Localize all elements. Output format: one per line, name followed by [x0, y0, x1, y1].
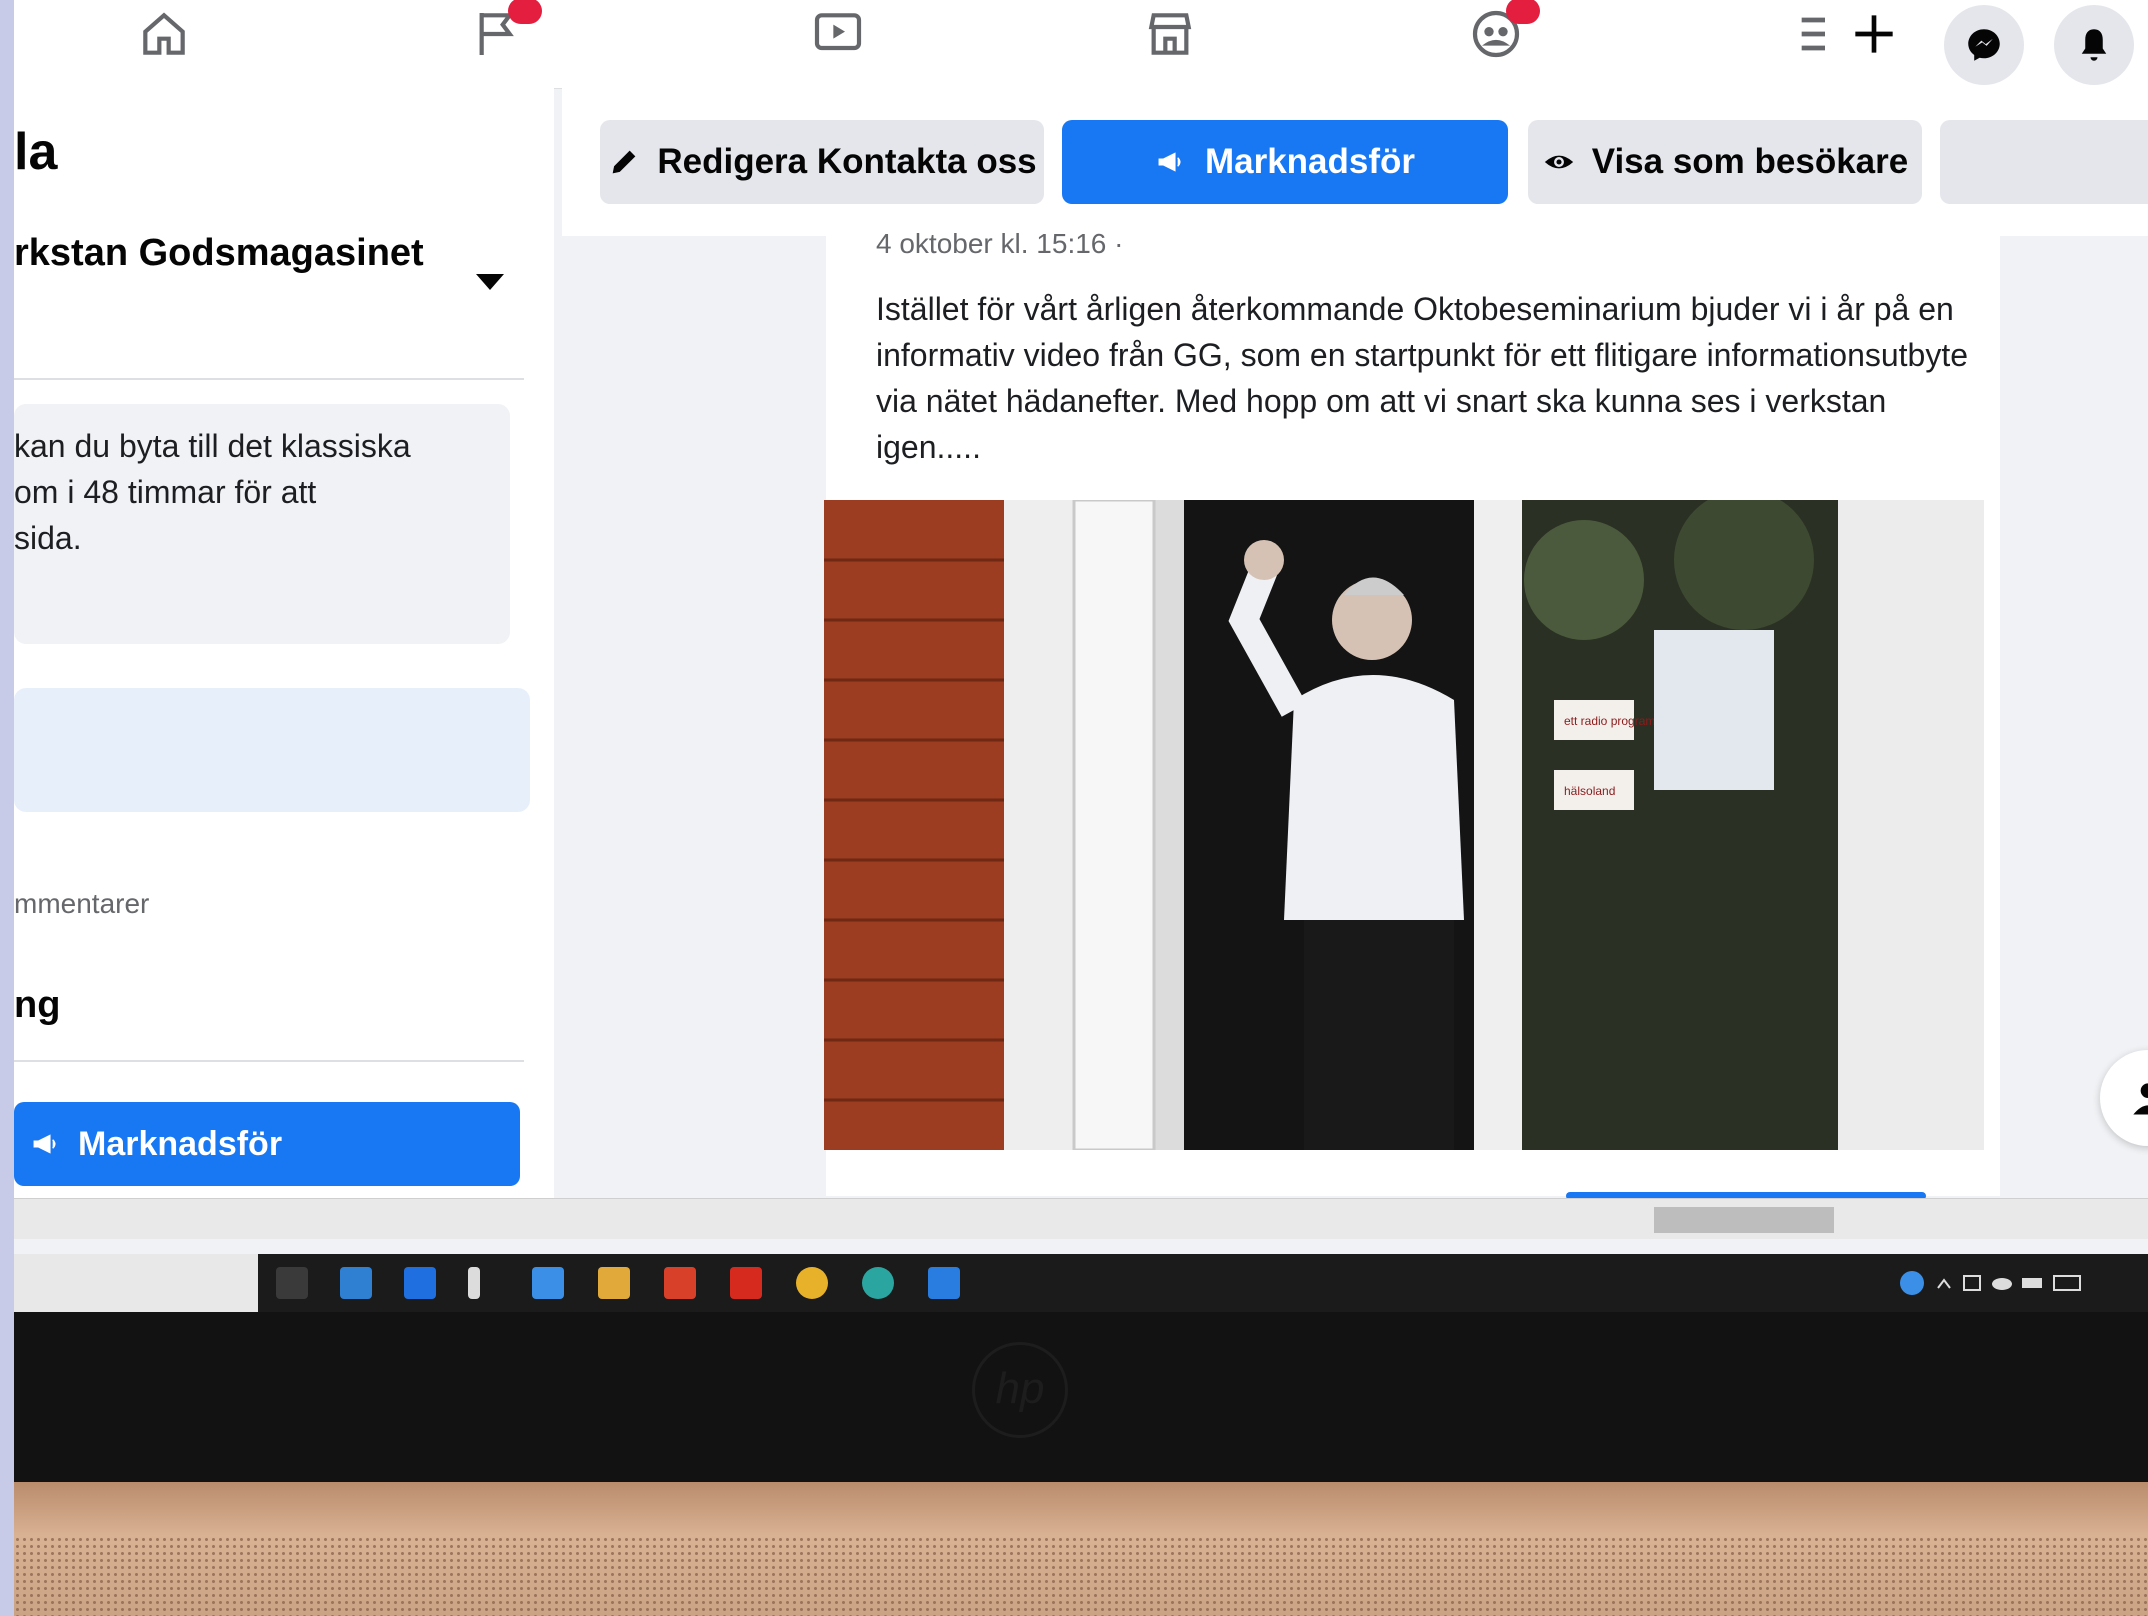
dropbox-icon[interactable]: [404, 1267, 436, 1299]
photo-sign-text: ett radio program: [1564, 714, 1655, 728]
megaphone-icon: [1158, 152, 1181, 172]
promote-button[interactable]: Marknadsför: [1062, 120, 1508, 204]
file-explorer-icon[interactable]: [598, 1267, 630, 1299]
system-tray[interactable]: [1898, 1268, 2088, 1304]
promote-button-sidebar[interactable]: Marknadsför: [14, 1102, 520, 1186]
acrobat-icon[interactable]: [730, 1267, 762, 1299]
page-action-bar: Redigera Kontakta oss Marknadsför Visa s…: [562, 88, 2148, 236]
chevron-down-icon[interactable]: [476, 274, 504, 290]
search-box[interactable]: [14, 1254, 258, 1312]
section-label[interactable]: ng: [14, 984, 60, 1027]
flag-icon[interactable]: [466, 0, 542, 64]
chrome-icon[interactable]: [796, 1267, 828, 1299]
photo-sign-text: hälsoland: [1564, 784, 1615, 798]
laptop-chassis: [14, 1482, 2148, 1616]
scrollbar-thumb[interactable]: [1654, 1207, 1834, 1233]
notification-badge: [508, 0, 542, 24]
horizontal-scrollbar[interactable]: [14, 1198, 2148, 1239]
post-card: 4 oktober kl. 15:16 · Istället för vårt …: [824, 228, 2000, 1200]
notice-line: sida.: [14, 520, 82, 556]
eye-icon: [1544, 155, 1573, 169]
power-icon[interactable]: [468, 1267, 480, 1299]
edit-contact-label: Redigera Kontakta oss: [657, 142, 1037, 181]
app-icon[interactable]: [532, 1267, 564, 1299]
more-options-button[interactable]: [1940, 120, 2148, 204]
divider: [14, 1060, 524, 1062]
laptop-bezel: hp: [14, 1312, 2148, 1482]
view-as-visitor-button[interactable]: Visa som besökare: [1528, 120, 1922, 204]
video-icon[interactable]: [806, 4, 870, 64]
comments-label: mmentarer: [14, 888, 150, 919]
tray-icons: [1900, 1271, 2081, 1295]
notice-line: om i 48 timmar för att: [14, 474, 317, 510]
task-view-icon[interactable]: [276, 1267, 308, 1299]
page-subtitle[interactable]: rkstan Godsmagasinet: [14, 232, 424, 275]
bell-icon[interactable]: [2054, 5, 2134, 85]
home-icon[interactable]: [132, 4, 196, 64]
post-text: Istället för vårt årligen återkommande O…: [876, 291, 1969, 465]
facebook-page-screen: la rkstan Godsmagasinet kan du byta till…: [14, 0, 2148, 1260]
speaker-grille: [14, 1536, 2148, 1616]
edge-icon[interactable]: [862, 1267, 894, 1299]
page-sidebar: la rkstan Godsmagasinet kan du byta till…: [14, 88, 554, 1208]
pencil-icon: [613, 150, 636, 174]
office-icon[interactable]: [664, 1267, 696, 1299]
post-timestamp[interactable]: 4 oktober kl. 15:16 ·: [876, 228, 1123, 260]
megaphone-icon: [33, 1134, 56, 1154]
store-icon[interactable]: [1138, 4, 1202, 64]
promote-label: Marknadsför: [78, 1124, 283, 1163]
post-photo[interactable]: ett radio program hälsoland: [824, 500, 1984, 1150]
promote-label: Marknadsför: [1204, 142, 1416, 181]
page-title: la: [14, 123, 58, 181]
photos-icon[interactable]: [928, 1267, 960, 1299]
groups-icon[interactable]: [1464, 0, 1540, 64]
top-navigation: [14, 0, 2148, 89]
windows-taskbar: [14, 1254, 2148, 1312]
messenger-icon[interactable]: [1944, 5, 2024, 85]
mail-icon[interactable]: [340, 1267, 372, 1299]
menu-icon[interactable]: [1786, 4, 1850, 64]
classic-layout-notice: kan du byta till det klassiska om i 48 t…: [14, 404, 510, 644]
view-as-visitor-label: Visa som besökare: [1591, 142, 1909, 181]
edit-contact-button[interactable]: Redigera Kontakta oss: [600, 120, 1044, 204]
plus-icon[interactable]: [1842, 4, 1906, 64]
hp-logo: hp: [972, 1342, 1068, 1438]
notification-badge: [1506, 0, 1540, 24]
right-gutter: [2000, 236, 2148, 1196]
divider: [14, 378, 524, 380]
notice-line: kan du byta till det klassiska: [14, 428, 411, 464]
switch-layout-button[interactable]: [14, 688, 530, 812]
